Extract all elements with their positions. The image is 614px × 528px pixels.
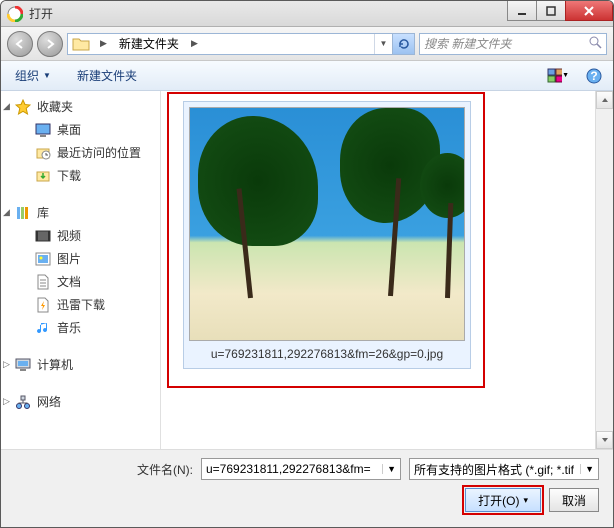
view-options-button[interactable]: ▼ (547, 65, 569, 87)
navbar: ▶ 新建文件夹 ▶ ▼ 搜索 新建文件夹 (1, 27, 613, 61)
search-input[interactable]: 搜索 新建文件夹 (419, 33, 607, 55)
sidebar-group-libraries[interactable]: ◢ 库 (1, 201, 160, 224)
expand-icon: ▷ (3, 396, 12, 407)
file-item[interactable]: u=769231811,292276813&fm=26&gp=0.jpg (183, 101, 471, 369)
file-list-area[interactable]: u=769231811,292276813&fm=26&gp=0.jpg (161, 91, 613, 449)
sidebar-item-documents[interactable]: 文档 (1, 270, 160, 293)
cancel-button[interactable]: 取消 (549, 488, 599, 512)
sidebar-item-recent[interactable]: 最近访问的位置 (1, 141, 160, 164)
close-button[interactable] (565, 1, 613, 21)
minimize-button[interactable] (507, 1, 537, 21)
breadcrumb-sep[interactable]: ▶ (94, 34, 113, 54)
chevron-down-icon[interactable]: ▼ (580, 464, 594, 474)
collapse-icon: ◢ (3, 101, 12, 112)
video-icon (35, 228, 51, 244)
organize-button[interactable]: 组织▼ (9, 64, 57, 87)
open-file-dialog: 打开 ▶ 新建文件夹 ▶ ▼ 搜索 新建文件夹 组织▼ 新建文件夹 ▼ ? (0, 0, 614, 528)
sidebar-item-thunder[interactable]: 迅雷下载 (1, 293, 160, 316)
titlebar: 打开 (1, 1, 613, 27)
back-button[interactable] (7, 31, 33, 57)
computer-icon (15, 357, 31, 373)
collapse-icon: ◢ (3, 207, 12, 218)
file-thumbnail (189, 107, 465, 341)
desktop-icon (35, 122, 51, 138)
sidebar-item-pictures[interactable]: 图片 (1, 247, 160, 270)
vertical-scrollbar[interactable] (595, 91, 613, 449)
toolbar: 组织▼ 新建文件夹 ▼ ? (1, 61, 613, 91)
thunder-icon (35, 297, 51, 313)
search-placeholder: 搜索 新建文件夹 (424, 35, 511, 52)
dialog-body: ◢ 收藏夹 桌面 最近访问的位置 下载 ◢ 库 视频 图片 文档 迅雷下载 音乐 (1, 91, 613, 449)
search-icon (588, 35, 602, 52)
sidebar-item-downloads[interactable]: 下载 (1, 164, 160, 187)
filetype-select[interactable]: 所有支持的图片格式 (*.gif; *.tif ▼ (409, 458, 599, 480)
file-label: u=769231811,292276813&fm=26&gp=0.jpg (189, 341, 465, 363)
breadcrumb-segment[interactable]: 新建文件夹 (113, 34, 185, 54)
new-folder-button[interactable]: 新建文件夹 (71, 64, 143, 87)
network-icon (15, 394, 31, 410)
address-dropdown[interactable]: ▼ (374, 34, 392, 54)
recent-icon (35, 145, 51, 161)
forward-button[interactable] (37, 31, 63, 57)
filename-label: 文件名(N): (137, 461, 193, 478)
open-button[interactable]: 打开(O)▾ (465, 488, 541, 512)
refresh-button[interactable] (392, 34, 414, 54)
sidebar-group-computer[interactable]: ▷ 计算机 (1, 353, 160, 376)
expand-icon: ▷ (3, 359, 12, 370)
sidebar-item-desktop[interactable]: 桌面 (1, 118, 160, 141)
chevron-down-icon[interactable]: ▼ (382, 464, 396, 474)
folder-icon (72, 35, 90, 53)
music-icon (35, 320, 51, 336)
sidebar-group-network[interactable]: ▷ 网络 (1, 390, 160, 413)
scroll-up-button[interactable] (596, 91, 613, 109)
window-controls (508, 1, 613, 26)
filename-input[interactable]: u=769231811,292276813&fm= ▼ (201, 458, 401, 480)
document-icon (35, 274, 51, 290)
sidebar-item-music[interactable]: 音乐 (1, 316, 160, 339)
address-bar[interactable]: ▶ 新建文件夹 ▶ ▼ (67, 33, 415, 55)
picture-icon (35, 251, 51, 267)
dialog-footer: 文件名(N): u=769231811,292276813&fm= ▼ 所有支持… (1, 449, 613, 527)
download-icon (35, 168, 51, 184)
help-button[interactable]: ? (583, 65, 605, 87)
library-icon (15, 205, 31, 221)
svg-text:?: ? (590, 69, 597, 83)
sidebar: ◢ 收藏夹 桌面 最近访问的位置 下载 ◢ 库 视频 图片 文档 迅雷下载 音乐 (1, 91, 161, 449)
sidebar-group-favorites[interactable]: ◢ 收藏夹 (1, 95, 160, 118)
sidebar-item-videos[interactable]: 视频 (1, 224, 160, 247)
window-title: 打开 (29, 5, 508, 22)
star-icon (15, 99, 31, 115)
maximize-button[interactable] (536, 1, 566, 21)
breadcrumb-sep[interactable]: ▶ (185, 34, 204, 54)
scroll-down-button[interactable] (596, 431, 613, 449)
app-icon (7, 6, 23, 22)
